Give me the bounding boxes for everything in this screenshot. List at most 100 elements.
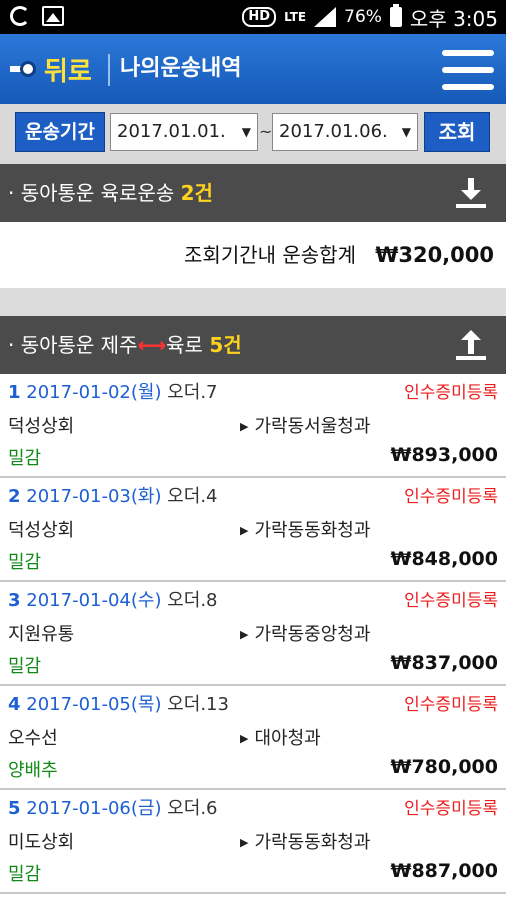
order-date: 2017-01-02(월) bbox=[26, 382, 162, 403]
receipt-status: 인수증미등록 bbox=[404, 695, 498, 715]
order-amount: ₩780,000 bbox=[390, 756, 499, 778]
destination-text: 가락동중앙청과 bbox=[254, 624, 371, 645]
signal-icon bbox=[314, 7, 337, 27]
order-number: 3 bbox=[8, 590, 21, 611]
receipt-status: 인수증미등록 bbox=[404, 591, 498, 611]
bullet-triangle-icon: ▶ bbox=[240, 524, 249, 537]
shipper: 미도상회 bbox=[8, 832, 75, 853]
destination: ▶ 가락동동화청과 bbox=[240, 828, 370, 854]
order-number: 4 bbox=[8, 694, 21, 715]
destination: ▶ 대아청과 bbox=[240, 724, 321, 750]
section-title: · 동아통운 육로운송 2건 bbox=[8, 164, 213, 222]
app-notification-icon bbox=[10, 6, 30, 26]
back-label: 뒤로 bbox=[44, 56, 92, 87]
section-title-prefix: · 동아통운 제주 bbox=[8, 333, 138, 357]
order-code: 오더.6 bbox=[167, 798, 218, 819]
download-icon[interactable] bbox=[456, 178, 486, 208]
receipt-status: 인수증미등록 bbox=[404, 487, 498, 507]
upload-icon[interactable] bbox=[456, 330, 486, 360]
order-date: 2017-01-03(화) bbox=[26, 486, 162, 507]
two-way-arrow-icon: ⟷ bbox=[137, 333, 167, 357]
section-gap bbox=[0, 288, 506, 316]
total-value: ₩320,000 bbox=[375, 243, 494, 267]
section-title: · 동아통운 제주⟷육로 5건 bbox=[8, 316, 242, 374]
image-notification-icon bbox=[42, 6, 64, 26]
order-amount: ₩893,000 bbox=[390, 444, 499, 466]
order-row[interactable]: 2 2017-01-03(화) 오더.4 인수증미등록 덕성상회 ▶ 가락동동화청… bbox=[0, 478, 506, 582]
section-title-text: · 동아통운 육로운송 bbox=[8, 181, 175, 205]
battery-icon bbox=[389, 4, 402, 27]
section-header-land[interactable]: · 동아통운 육로운송 2건 bbox=[0, 164, 506, 222]
status-bar: HD LTE 76% 오후 3:05 bbox=[0, 0, 506, 34]
shipper: 오수선 bbox=[8, 728, 58, 749]
section-count: 5건 bbox=[209, 333, 242, 357]
back-button[interactable]: 뒤로 bbox=[10, 34, 92, 104]
order-row[interactable]: 1 2017-01-02(월) 오더.7 인수증미등록 덕성상회 ▶ 가락동서울청… bbox=[0, 374, 506, 478]
date-from-select[interactable]: 2017.01.01. ▼ bbox=[110, 113, 258, 151]
order-line1: 2 2017-01-03(화) 오더.4 bbox=[8, 482, 218, 508]
order-amount: ₩848,000 bbox=[390, 548, 499, 570]
order-code: 오더.8 bbox=[167, 590, 218, 611]
section-header-jeju[interactable]: · 동아통운 제주⟷육로 5건 bbox=[0, 316, 506, 374]
order-date: 2017-01-04(수) bbox=[26, 590, 162, 611]
battery-percent: 76% bbox=[344, 7, 382, 27]
dropdown-caret-icon: ▼ bbox=[401, 125, 411, 139]
date-from-value: 2017.01.01. bbox=[117, 121, 226, 142]
date-separator: ~ bbox=[259, 122, 273, 141]
app-header: 뒤로 나의운송내역 bbox=[0, 34, 506, 104]
order-line1: 1 2017-01-02(월) 오더.7 bbox=[8, 378, 218, 404]
section-count: 2건 bbox=[180, 181, 213, 205]
order-amount: ₩887,000 bbox=[390, 860, 499, 882]
shipper: 지원유통 bbox=[8, 624, 75, 645]
destination: ▶ 가락동동화청과 bbox=[240, 516, 370, 542]
order-line1: 5 2017-01-06(금) 오더.6 bbox=[8, 794, 218, 820]
order-row[interactable]: 5 2017-01-06(금) 오더.6 인수증미등록 미도상회 ▶ 가락동동화청… bbox=[0, 790, 506, 894]
date-to-value: 2017.01.06. bbox=[279, 121, 388, 142]
header-divider bbox=[108, 54, 110, 86]
bullet-triangle-icon: ▶ bbox=[240, 628, 249, 641]
lte-indicator: LTE bbox=[284, 10, 307, 24]
destination: ▶ 가락동중앙청과 bbox=[240, 620, 370, 646]
order-line1: 4 2017-01-05(목) 오더.13 bbox=[8, 690, 229, 716]
clock: 오후 3:05 bbox=[409, 6, 498, 31]
back-key-icon bbox=[10, 59, 38, 79]
filter-bar: 운송기간 2017.01.01. ▼ ~ 2017.01.06. ▼ 조회 bbox=[0, 104, 506, 164]
order-code: 오더.7 bbox=[167, 382, 218, 403]
destination-text: 가락동동화청과 bbox=[254, 832, 371, 853]
receipt-status: 인수증미등록 bbox=[404, 383, 498, 403]
order-list: 1 2017-01-02(월) 오더.7 인수증미등록 덕성상회 ▶ 가락동서울청… bbox=[0, 374, 506, 894]
order-row[interactable]: 4 2017-01-05(목) 오더.13 인수증미등록 오수선 ▶ 대아청과 양… bbox=[0, 686, 506, 790]
order-row[interactable]: 3 2017-01-04(수) 오더.8 인수증미등록 지원유통 ▶ 가락동중앙청… bbox=[0, 582, 506, 686]
order-amount: ₩837,000 bbox=[390, 652, 499, 674]
cargo-item: 밀감 bbox=[8, 656, 42, 677]
order-date: 2017-01-06(금) bbox=[26, 798, 162, 819]
destination: ▶ 가락동서울청과 bbox=[240, 412, 370, 438]
cargo-item: 밀감 bbox=[8, 864, 42, 885]
hamburger-menu-icon[interactable] bbox=[442, 50, 494, 90]
receipt-status: 인수증미등록 bbox=[404, 799, 498, 819]
order-number: 1 bbox=[8, 382, 21, 403]
cargo-item: 밀감 bbox=[8, 552, 42, 573]
hd-voice-icon: HD bbox=[242, 7, 277, 27]
bullet-triangle-icon: ▶ bbox=[240, 836, 249, 849]
destination-text: 대아청과 bbox=[254, 728, 321, 749]
order-number: 5 bbox=[8, 798, 21, 819]
order-code: 오더.4 bbox=[167, 486, 218, 507]
destination-text: 가락동동화청과 bbox=[254, 520, 371, 541]
order-date: 2017-01-05(목) bbox=[26, 694, 162, 715]
page-title: 나의운송내역 bbox=[120, 56, 242, 81]
period-label: 운송기간 bbox=[15, 112, 105, 152]
cargo-item: 밀감 bbox=[8, 448, 42, 469]
section-title-suffix: 육로 bbox=[166, 333, 203, 357]
total-label: 조회기간내 운송합계 bbox=[184, 243, 356, 267]
date-to-select[interactable]: 2017.01.06. ▼ bbox=[272, 113, 418, 151]
search-button[interactable]: 조회 bbox=[424, 112, 490, 152]
dropdown-caret-icon: ▼ bbox=[241, 125, 251, 139]
destination-text: 가락동서울청과 bbox=[254, 416, 371, 437]
bullet-triangle-icon: ▶ bbox=[240, 732, 249, 745]
order-line1: 3 2017-01-04(수) 오더.8 bbox=[8, 586, 218, 612]
shipper: 덕성상회 bbox=[8, 520, 75, 541]
order-code: 오더.13 bbox=[167, 694, 229, 715]
bullet-triangle-icon: ▶ bbox=[240, 420, 249, 433]
cargo-item: 양배추 bbox=[8, 760, 58, 781]
